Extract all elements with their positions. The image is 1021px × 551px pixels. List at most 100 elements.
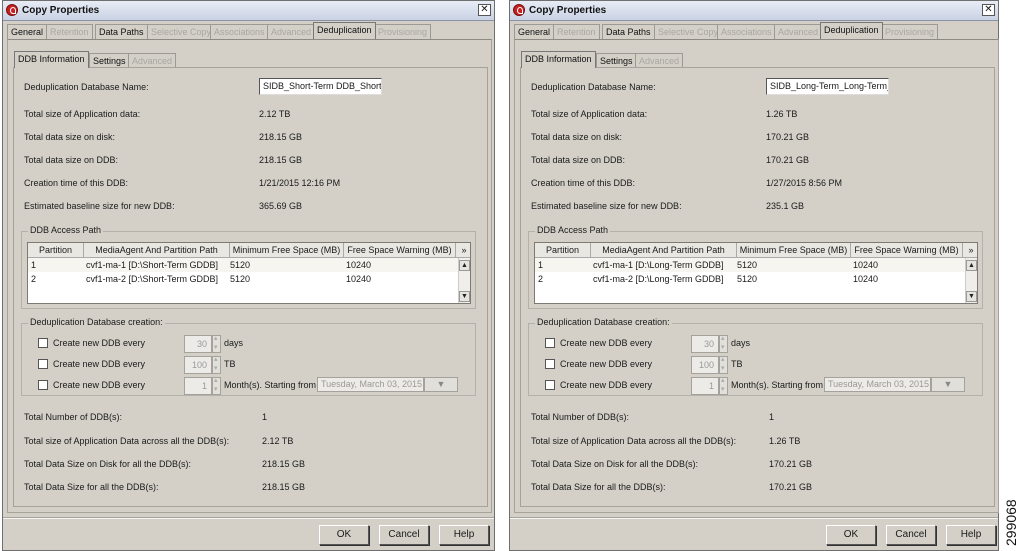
table-row[interactable]: 1 cvf1-ma-1 [D:\Short-Term GDDB] 5120 10… bbox=[28, 258, 458, 272]
column-header-warning[interactable]: Free Space Warning (MB) bbox=[851, 243, 963, 258]
baseline-size-label: Estimated baseline size for new DDB: bbox=[24, 201, 175, 211]
partition-cell: 2 bbox=[538, 274, 544, 284]
subtab-settings[interactable]: Settings bbox=[596, 53, 637, 68]
column-header-path[interactable]: MediaAgent And Partition Path bbox=[84, 243, 230, 258]
total-app-data-value: 1.26 TB bbox=[769, 436, 801, 446]
path-cell: cvf1-ma-1 [D:\Long-Term GDDB] bbox=[593, 260, 724, 270]
chevron-down-icon[interactable]: ▼ bbox=[931, 377, 965, 392]
days-spinner-arrows[interactable] bbox=[719, 334, 728, 353]
tab-general[interactable]: General bbox=[514, 24, 555, 39]
column-chooser-icon[interactable]: » bbox=[456, 243, 470, 258]
db-name-label: Deduplication Database Name: bbox=[24, 82, 149, 92]
months-spinner-arrows[interactable] bbox=[719, 376, 728, 395]
tab-advanced[interactable]: Advanced bbox=[774, 24, 823, 39]
db-name-field[interactable]: SIDB_Short-Term DDB_Short-T bbox=[259, 78, 382, 95]
tab-associations[interactable]: Associations bbox=[210, 24, 269, 39]
create-every-days-checkbox[interactable] bbox=[38, 338, 48, 348]
tab-advanced[interactable]: Advanced bbox=[267, 24, 316, 39]
baseline-size-label: Estimated baseline size for new DDB: bbox=[531, 201, 682, 211]
create-every-days-checkbox[interactable] bbox=[545, 338, 555, 348]
subtab-ddb-information[interactable]: DDB Information bbox=[14, 51, 89, 68]
months-spinner[interactable]: 1 bbox=[691, 377, 719, 395]
start-date-field[interactable]: Tuesday, March 03, 2015 bbox=[317, 377, 424, 392]
tab-provisioning[interactable]: Provisioning bbox=[374, 24, 432, 39]
tab-selective-copy[interactable]: Selective Copy bbox=[147, 24, 216, 39]
scroll-up-icon[interactable]: ▲ bbox=[459, 260, 470, 271]
create-every-months-checkbox[interactable] bbox=[38, 380, 48, 390]
cancel-button[interactable]: Cancel bbox=[379, 525, 429, 545]
tab-data-paths[interactable]: Data Paths bbox=[95, 24, 148, 39]
months-unit: Month(s). Starting from bbox=[731, 380, 824, 390]
column-header-min-free[interactable]: Minimum Free Space (MB) bbox=[737, 243, 851, 258]
ok-button[interactable]: OK bbox=[319, 525, 369, 545]
warning-cell: 10240 bbox=[346, 274, 372, 284]
create-every-days-label: Create new DDB every bbox=[53, 338, 146, 348]
column-header-partition[interactable]: Partition bbox=[535, 243, 591, 258]
create-every-tb-checkbox[interactable] bbox=[545, 359, 555, 369]
creation-time-label: Creation time of this DDB: bbox=[531, 178, 636, 188]
close-button[interactable]: ✕ bbox=[478, 4, 491, 16]
cancel-button[interactable]: Cancel bbox=[886, 525, 936, 545]
months-spinner[interactable]: 1 bbox=[184, 377, 212, 395]
help-button[interactable]: Help bbox=[946, 525, 996, 545]
ddb-size-value: 170.21 GB bbox=[766, 155, 810, 165]
column-header-partition[interactable]: Partition bbox=[28, 243, 84, 258]
help-button[interactable]: Help bbox=[439, 525, 489, 545]
start-date-field[interactable]: Tuesday, March 03, 2015 bbox=[824, 377, 931, 392]
create-every-tb-label: Create new DDB every bbox=[53, 359, 146, 369]
tab-deduplication[interactable]: Deduplication bbox=[313, 22, 376, 39]
chevron-down-icon[interactable]: ▼ bbox=[424, 377, 458, 392]
table-row[interactable]: 2 cvf1-ma-2 [D:\Short-Term GDDB] 5120 10… bbox=[28, 272, 458, 286]
subtab-ddb-information[interactable]: DDB Information bbox=[521, 51, 596, 68]
table-row[interactable]: 1 cvf1-ma-1 [D:\Long-Term GDDB] 5120 102… bbox=[535, 258, 965, 272]
table-row[interactable]: 2 cvf1-ma-2 [D:\Long-Term GDDB] 5120 102… bbox=[535, 272, 965, 286]
tb-spinner[interactable]: 100 bbox=[691, 356, 719, 374]
ddb-creation-title: Deduplication Database creation: bbox=[28, 317, 165, 327]
warning-cell: 10240 bbox=[853, 260, 879, 270]
scroll-down-icon[interactable]: ▼ bbox=[459, 291, 470, 302]
scroll-up-icon[interactable]: ▲ bbox=[966, 260, 977, 271]
tab-retention[interactable]: Retention bbox=[553, 24, 600, 39]
total-disk-data-value: 170.21 GB bbox=[769, 459, 813, 469]
table-scrollbar[interactable]: ▲ ▼ bbox=[965, 258, 977, 303]
days-spinner[interactable]: 30 bbox=[184, 335, 212, 353]
title-bar[interactable]: Copy Properties ✕ bbox=[3, 1, 494, 21]
total-ddb-data-value: 170.21 GB bbox=[769, 482, 813, 492]
create-every-months-checkbox[interactable] bbox=[545, 380, 555, 390]
months-spinner-arrows[interactable] bbox=[212, 376, 221, 395]
column-header-min-free[interactable]: Minimum Free Space (MB) bbox=[230, 243, 344, 258]
copy-properties-dialog: Copy Properties ✕ General Retention Data… bbox=[2, 0, 495, 551]
scroll-down-icon[interactable]: ▼ bbox=[966, 291, 977, 302]
app-logo-icon bbox=[6, 4, 18, 16]
table-scrollbar[interactable]: ▲ ▼ bbox=[458, 258, 470, 303]
subtab-advanced[interactable]: Advanced bbox=[635, 53, 684, 68]
days-spinner-arrows[interactable] bbox=[212, 334, 221, 353]
tb-spinner-arrows[interactable] bbox=[212, 355, 221, 374]
column-chooser-icon[interactable]: » bbox=[963, 243, 977, 258]
tab-deduplication[interactable]: Deduplication bbox=[820, 22, 883, 39]
create-every-tb-checkbox[interactable] bbox=[38, 359, 48, 369]
tab-provisioning[interactable]: Provisioning bbox=[881, 24, 939, 39]
creation-time-value: 1/27/2015 8:56 PM bbox=[766, 178, 843, 188]
close-button[interactable]: ✕ bbox=[982, 4, 995, 16]
column-header-path[interactable]: MediaAgent And Partition Path bbox=[591, 243, 737, 258]
tab-data-paths[interactable]: Data Paths bbox=[602, 24, 655, 39]
subtab-settings[interactable]: Settings bbox=[89, 53, 130, 68]
column-header-warning[interactable]: Free Space Warning (MB) bbox=[344, 243, 456, 258]
app-size-value: 1.26 TB bbox=[766, 109, 798, 119]
app-size-value: 2.12 TB bbox=[259, 109, 291, 119]
ok-button[interactable]: OK bbox=[826, 525, 876, 545]
create-every-months-label: Create new DDB every bbox=[53, 380, 146, 390]
days-spinner[interactable]: 30 bbox=[691, 335, 719, 353]
title-bar[interactable]: Copy Properties ✕ bbox=[510, 1, 998, 21]
tab-general[interactable]: General bbox=[7, 24, 48, 39]
tab-retention[interactable]: Retention bbox=[46, 24, 93, 39]
subtab-advanced[interactable]: Advanced bbox=[128, 53, 177, 68]
ddb-size-value: 218.15 GB bbox=[259, 155, 303, 165]
total-ddb-data-label: Total Data Size for all the DDB(s): bbox=[531, 482, 666, 492]
tb-spinner[interactable]: 100 bbox=[184, 356, 212, 374]
tb-spinner-arrows[interactable] bbox=[719, 355, 728, 374]
tab-selective-copy[interactable]: Selective Copy bbox=[654, 24, 723, 39]
tab-associations[interactable]: Associations bbox=[717, 24, 776, 39]
db-name-field[interactable]: SIDB_Long-Term_Long-Term_I bbox=[766, 78, 889, 95]
